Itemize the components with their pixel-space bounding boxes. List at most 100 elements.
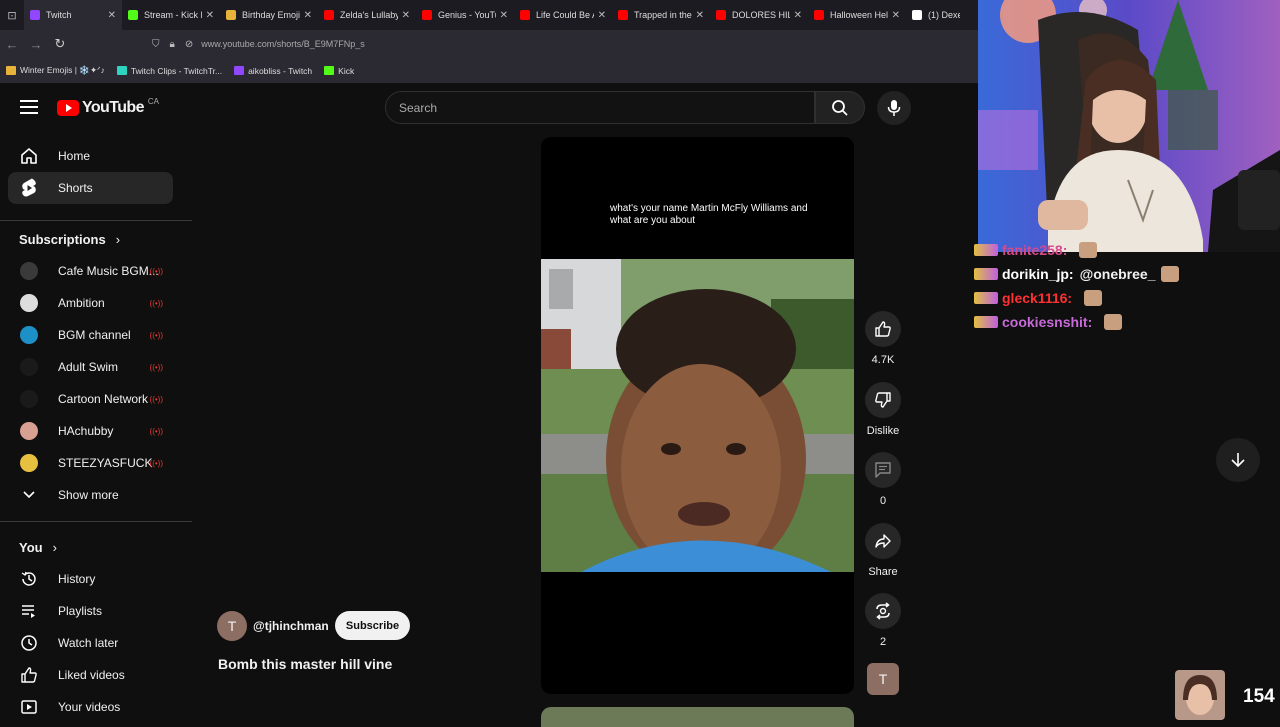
browser-tab[interactable]: Birthday Emojis | ✕ [220, 0, 318, 30]
short-title[interactable]: Bomb this master hill vine [218, 656, 392, 672]
sidebar-item-label: Playlists [58, 604, 103, 618]
chat-badge-icon [974, 268, 998, 280]
like-count: 4.7K [871, 354, 895, 366]
your-videos-icon [19, 697, 39, 717]
browser-tab[interactable]: Stream - Kick Da ✕ [122, 0, 220, 30]
sidebar-item-watch-later[interactable]: Watch later [8, 627, 173, 659]
sidebar-item-shorts[interactable]: Shorts [8, 172, 173, 204]
live-indicator-icon: ((•)) [149, 298, 163, 308]
chat-username[interactable]: fanite258 [1002, 242, 1063, 258]
bookmark-label: aikobliss - Twitch [248, 65, 313, 76]
sidebar-item-subscription[interactable]: Ambition ((•)) [8, 287, 173, 319]
address-bar[interactable]: www.youtube.com/shorts/B_E9M7FNp_s [201, 39, 365, 49]
subscribe-button[interactable]: Subscribe [335, 611, 410, 640]
bookmark-item[interactable]: Winter Emojis | ❄️✦ᐟ♪ [6, 65, 105, 76]
tab-list-icon[interactable]: ⊡ [0, 9, 24, 22]
bookmark-item[interactable]: Kick [324, 66, 354, 76]
tab-close-icon[interactable]: ✕ [304, 10, 312, 21]
sidebar-item-subscription[interactable]: STEEZYASFUCK ((•)) [8, 447, 173, 479]
sidebar: Home Shorts Subscriptions › Cafe Music B… [0, 132, 192, 720]
browser-tab[interactable]: Twitch ✕ [24, 0, 122, 30]
chat-username[interactable]: cookiesnshit [1002, 314, 1088, 330]
chat-username[interactable]: gleck1116 [1002, 290, 1067, 306]
sidebar-item-subscription[interactable]: BGM channel ((•)) [8, 319, 173, 351]
sidebar-item-label: Adult Swim [58, 360, 119, 374]
browser-tab[interactable]: Genius - YouTub ✕ [416, 0, 514, 30]
tab-label: Zelda's Lullaby - [340, 10, 398, 20]
bookmark-label: Twitch Clips - TwitchTr... [130, 65, 223, 76]
channel-avatar [20, 326, 38, 344]
video-frame[interactable] [541, 259, 854, 572]
reload-icon[interactable]: ↻ [48, 36, 72, 52]
sidebar-item-subscription[interactable]: Adult Swim ((•)) [8, 351, 173, 383]
chat-emote-icon [1084, 290, 1103, 306]
tab-close-icon[interactable]: ✕ [696, 10, 704, 21]
tab-close-icon[interactable]: ✕ [794, 10, 802, 21]
chat-message: dorikin_jp: @onebree_ [974, 266, 1180, 282]
browser-tab[interactable]: (1) Dexerto o [906, 0, 966, 30]
tab-close-icon[interactable]: ✕ [500, 10, 508, 21]
sidebar-item-subscription[interactable]: Cartoon Network ((•)) [8, 383, 173, 415]
browser-tab[interactable]: Zelda's Lullaby - ✕ [318, 0, 416, 30]
search-button[interactable] [815, 91, 865, 124]
audio-channel-avatar[interactable]: T [867, 663, 899, 695]
youtube-logo[interactable]: YouTube CA [57, 96, 159, 117]
sidebar-item-label: Cartoon Network [58, 392, 149, 406]
back-icon[interactable]: ← [0, 37, 24, 52]
sidebar-item-subscription[interactable]: HAchubby ((•)) [8, 415, 173, 447]
chat-username[interactable]: dorikin_jp [1002, 266, 1069, 282]
browser-nav-bar: ← → ↻ ⛉ 🔒︎ ⊘ www.youtube.com/shorts/B_E9… [0, 30, 980, 58]
sidebar-item-subscription[interactable]: Cafe Music BGM... ((•)) [8, 255, 173, 287]
live-indicator-icon: ((•)) [149, 394, 163, 404]
history-icon [19, 569, 39, 589]
bookmark-item[interactable]: aikobliss - Twitch [234, 66, 312, 76]
you-title: You [19, 540, 43, 555]
short-video-player[interactable]: what's your name Martin McFly Williams a… [541, 137, 854, 694]
next-short-preview[interactable] [541, 707, 854, 727]
permissions-icon[interactable]: ⊘ [185, 39, 193, 50]
bookmark-item[interactable]: Twitch Clips - TwitchTr... [116, 65, 223, 76]
chevron-right-icon: › [115, 232, 121, 247]
comments-button[interactable]: 0 [864, 452, 902, 507]
sidebar-item-history[interactable]: History [8, 563, 173, 595]
tab-close-icon[interactable]: ✕ [598, 10, 606, 21]
voice-search-button[interactable] [877, 91, 911, 125]
channel-avatar [20, 454, 38, 472]
tab-close-icon[interactable]: ✕ [892, 10, 900, 21]
watch-later-icon [19, 633, 39, 653]
dislike-button[interactable]: Dislike [864, 382, 902, 437]
tab-label: Genius - YouTub [438, 10, 496, 20]
channel-handle[interactable]: @tjhinchman [253, 619, 329, 633]
shield-icon[interactable]: ⛉ [152, 39, 160, 50]
tab-label: Trapped in the D [634, 10, 692, 20]
live-indicator-icon: ((•)) [149, 362, 163, 372]
share-button[interactable]: Share [864, 523, 902, 578]
share-label: Share [868, 566, 898, 578]
channel-avatar[interactable]: T [217, 611, 247, 641]
next-short-button[interactable] [1216, 438, 1260, 482]
tab-close-icon[interactable]: ✕ [206, 10, 214, 21]
tab-close-icon[interactable]: ✕ [402, 10, 410, 21]
browser-tab[interactable]: Life Could Be A L ✕ [514, 0, 612, 30]
sidebar-item-home[interactable]: Home [8, 140, 173, 172]
bookmark-label: Winter Emojis | ❄️✦ᐟ♪ [20, 65, 105, 75]
show-more-button[interactable]: Show more [8, 479, 173, 511]
sidebar-item-liked-videos[interactable]: Liked videos [8, 659, 173, 691]
region-code: CA [147, 96, 159, 106]
remix-button[interactable]: 2 [864, 593, 902, 648]
chat-text: @onebree_ [1079, 266, 1156, 282]
tab-close-icon[interactable]: ✕ [108, 10, 116, 21]
sidebar-item-playlists[interactable]: Playlists [8, 595, 173, 627]
menu-icon[interactable] [20, 100, 38, 114]
browser-tab[interactable]: Halloween Hellb ✕ [808, 0, 906, 30]
browser-tab[interactable]: DOLORES HILL B ✕ [710, 0, 808, 30]
sidebar-item-your-videos[interactable]: Your videos [8, 691, 173, 723]
forward-icon[interactable]: → [24, 37, 48, 52]
you-header[interactable]: You › [19, 540, 57, 555]
like-button[interactable]: 4.7K [864, 311, 902, 366]
subscriptions-header[interactable]: Subscriptions › [19, 232, 120, 247]
search-input[interactable]: Search [385, 91, 815, 124]
lock-icon[interactable]: 🔒︎ [170, 39, 175, 50]
browser-tab[interactable]: Trapped in the D ✕ [612, 0, 710, 30]
channel-avatar [20, 390, 38, 408]
